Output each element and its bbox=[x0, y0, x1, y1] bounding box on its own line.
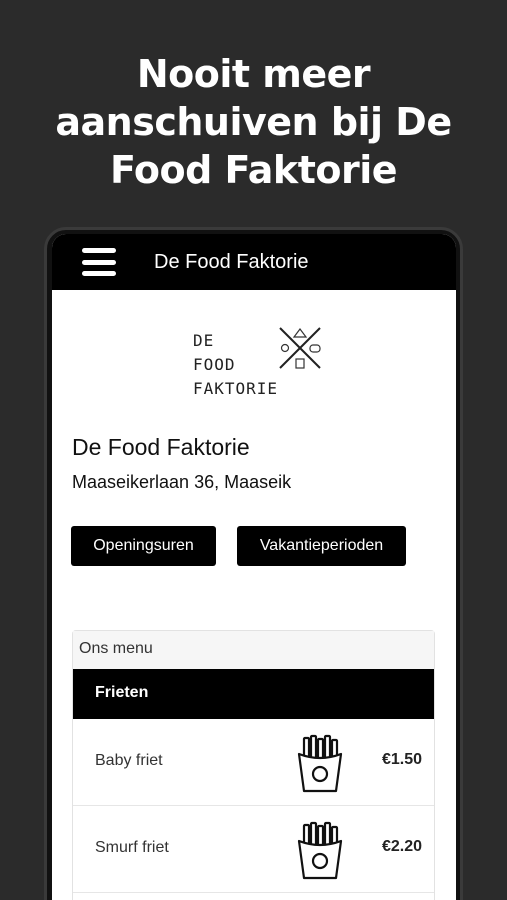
menu-item-price: €2.20 bbox=[381, 838, 422, 855]
hamburger-icon[interactable] bbox=[82, 248, 116, 276]
venue-address: Maaseikerlaan 36, Maaseik bbox=[72, 472, 292, 492]
category-frieten[interactable]: Frieten bbox=[73, 669, 434, 719]
app-bar-title: De Food Faktorie bbox=[154, 250, 309, 273]
opening-hours-button[interactable]: Openingsuren bbox=[71, 526, 216, 566]
headline-line: Food Faktorie bbox=[109, 148, 398, 192]
fries-icon bbox=[297, 734, 343, 793]
app-bar: De Food Faktorie bbox=[52, 234, 456, 290]
menu-item-price: €1.50 bbox=[381, 751, 422, 768]
crossed-utensils-icon bbox=[279, 327, 321, 369]
menu-item-name: Smurf friet bbox=[95, 839, 169, 856]
menu-item[interactable]: Smurf friet €2.20 bbox=[73, 806, 434, 893]
venue-name: De Food Faktorie bbox=[72, 434, 250, 460]
logo-line: DE bbox=[193, 331, 215, 350]
promo-headline: Nooit meer aanschuiven bij De Food Fakto… bbox=[0, 50, 507, 194]
holiday-periods-button[interactable]: Vakantieperioden bbox=[237, 526, 406, 566]
menu-card: Ons menu Frieten Baby friet €1.50 Smurf … bbox=[72, 630, 435, 900]
menu-title: Ons menu bbox=[73, 631, 434, 669]
headline-line: Nooit meer bbox=[136, 52, 371, 96]
fries-icon bbox=[297, 821, 343, 880]
menu-item-name: Baby friet bbox=[95, 752, 163, 769]
logo-line: FOOD bbox=[193, 355, 236, 374]
app-screen: De Food Faktorie DE FOOD FAKTORIE De Foo… bbox=[52, 234, 456, 900]
headline-line: aanschuiven bij De bbox=[55, 100, 452, 144]
menu-item[interactable]: Baby friet €1.50 bbox=[73, 719, 434, 806]
restaurant-logo: DE FOOD FAKTORIE bbox=[185, 319, 331, 404]
logo-line: FAKTORIE bbox=[193, 379, 279, 398]
